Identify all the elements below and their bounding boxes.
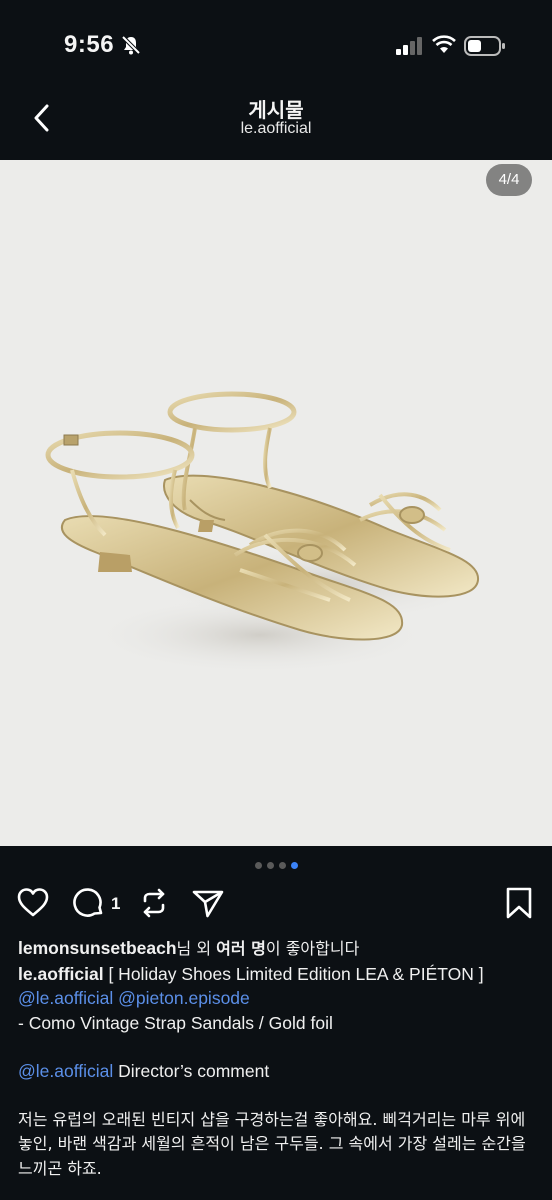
likes-text-end: 이 좋아합니다: [265, 939, 360, 958]
mention-link[interactable]: @le.aofficial: [18, 1061, 113, 1081]
liker-username[interactable]: lemonsunsetbeach: [18, 938, 177, 958]
carousel-dot: [266, 862, 274, 869]
bookmark-icon[interactable]: [502, 886, 536, 920]
likes-text: 님 외: [176, 939, 217, 958]
caption-title-text: [ Holiday Shoes Limited Edition LEA & PI…: [103, 963, 484, 984]
image-counter-badge: 4/4: [486, 164, 532, 196]
comment-count: 1: [111, 894, 121, 913]
battery-icon: [464, 36, 505, 56]
director-comment-text: Director’s comment: [113, 1061, 270, 1081]
caption-korean-paragraph: 저는 유럽의 오래된 빈티지 샵을 구경하는걸 좋아해요. 삐걱거리는 마루 위…: [18, 1109, 526, 1178]
caption-product-line: - Como Vintage Strap Sandals / Gold foil: [18, 1012, 333, 1033]
page-subtitle-username[interactable]: le.aofficial: [0, 120, 552, 138]
wifi-icon: [432, 35, 456, 53]
carousel-dot: [278, 862, 286, 869]
bell-muted-icon: [121, 35, 141, 55]
status-bar: 9:56: [0, 0, 552, 90]
carousel-dot: [254, 862, 262, 869]
caption-mentions-line: @le.aofficial @pieton.episode: [18, 986, 538, 1011]
header: 게시물 le.aofficial: [0, 90, 552, 160]
post-caption: lemonsunsetbeach님 외 여러 명이 좋아합니다 le.aoffi…: [18, 936, 538, 1181]
likes-line: lemonsunsetbeach님 외 여러 명이 좋아합니다: [18, 936, 538, 962]
likes-others-link[interactable]: 여러 명: [216, 939, 266, 958]
action-bar: 1: [0, 880, 552, 930]
caption-title-line: le.aofficial [ Holiday Shoes Limited Edi…: [18, 962, 538, 987]
carousel-indicator: [0, 862, 552, 872]
sandal-photo: [45, 391, 490, 675]
caption-director-line: @le.aofficial Director’s comment: [18, 1059, 538, 1084]
repost-icon[interactable]: [137, 886, 171, 920]
comment-icon[interactable]: [72, 886, 106, 920]
heart-icon[interactable]: [16, 886, 50, 920]
post-image[interactable]: 4/4: [0, 160, 552, 846]
mention-link[interactable]: @pieton.episode: [118, 988, 250, 1008]
status-time: 9:56: [64, 31, 115, 58]
mention-link[interactable]: @le.aofficial: [18, 988, 113, 1008]
cellular-signal-icon: [396, 37, 422, 55]
caption-author[interactable]: le.aofficial: [18, 964, 104, 984]
carousel-dot-active: [290, 862, 298, 869]
share-send-icon[interactable]: [191, 886, 225, 920]
page-title: 게시물: [248, 100, 304, 122]
